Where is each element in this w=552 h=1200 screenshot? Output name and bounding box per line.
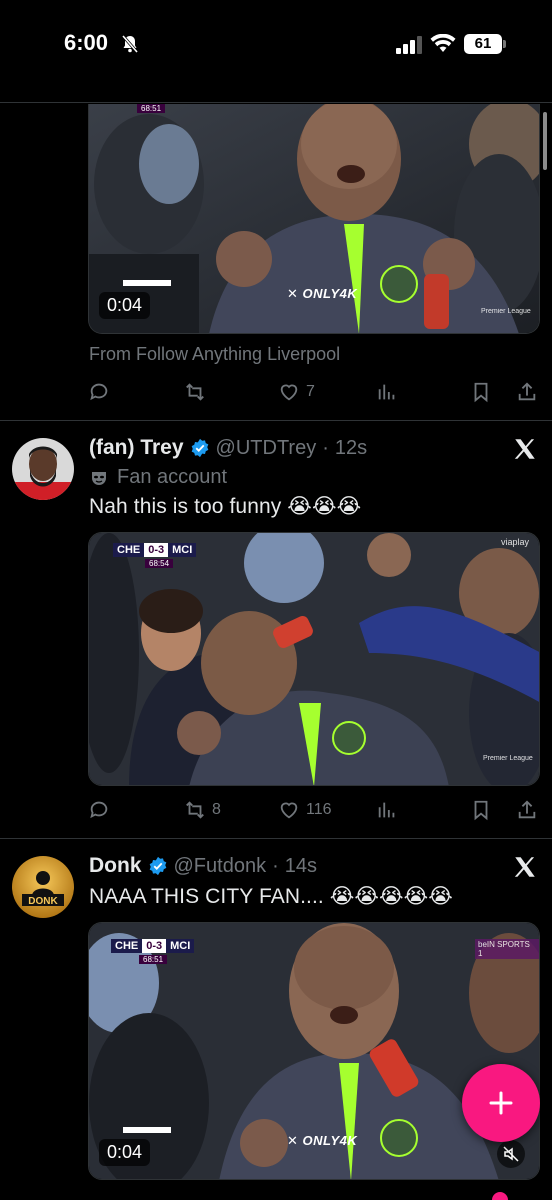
like-button[interactable]: 7: [278, 378, 315, 406]
scorebug: CHE 0-3 MCI: [111, 937, 195, 955]
watermark: ✕ ONLY4K: [287, 286, 358, 301]
tweet-divider: [0, 838, 552, 839]
views-icon: [378, 384, 395, 400]
status-time: 6:00: [64, 30, 109, 55]
avatar-text: DONK: [28, 896, 58, 907]
reply-icon: [90, 383, 108, 401]
share-button[interactable]: [516, 378, 538, 406]
watermark: ✕ ONLY4K: [287, 1133, 358, 1148]
views-button[interactable]: [376, 378, 398, 406]
tweet-text: Nah this is too funny 😭😭😭: [89, 495, 362, 518]
display-name[interactable]: (fan) Trey: [89, 436, 184, 460]
signal-icon: [396, 36, 422, 54]
score: 0-3: [144, 543, 169, 557]
handle[interactable]: @Futdonk: [174, 855, 267, 878]
tweet2-actions: 8 116: [88, 796, 540, 824]
tweet-text: NAAA THIS CITY FAN.... 😭😭😭😭😭: [89, 885, 453, 908]
watermark-text: ONLY4K: [302, 1133, 358, 1148]
timestamp[interactable]: 12s: [335, 437, 367, 460]
bookmark-button[interactable]: [470, 378, 492, 406]
fan-mask-icon: [92, 471, 106, 485]
battery-indicator: 61: [464, 34, 502, 54]
display-name[interactable]: Donk: [89, 854, 142, 878]
views-icon: [378, 802, 395, 818]
wifi-icon: [430, 34, 456, 52]
views-button[interactable]: [376, 796, 398, 824]
share-icon: [518, 800, 536, 819]
match-clock: 68:51: [139, 955, 168, 964]
x-logo-icon[interactable]: [512, 436, 538, 462]
match-clock: 68:54: [145, 559, 174, 568]
tweet-divider: [0, 420, 552, 421]
mute-button[interactable]: [497, 1140, 525, 1168]
separator-dot: ·: [272, 854, 279, 877]
avatar[interactable]: DONK: [12, 856, 74, 918]
repost-button[interactable]: [184, 378, 206, 406]
compose-button[interactable]: [462, 1064, 540, 1142]
share-button[interactable]: [516, 796, 538, 824]
bookmark-button[interactable]: [470, 796, 492, 824]
scrollbar[interactable]: [543, 112, 547, 170]
video-progress: [123, 280, 171, 286]
verified-icon: [191, 438, 208, 458]
bookmark-icon: [474, 382, 488, 403]
tweet1-video[interactable]: 68:51 0:04 ✕ ONLY4K Premier League: [88, 104, 540, 334]
avatar-image: [12, 438, 74, 500]
separator-dot: ·: [322, 436, 329, 459]
fan-account-text: Fan account: [117, 466, 228, 488]
reply-button[interactable]: [88, 796, 110, 824]
timestamp[interactable]: 14s: [285, 855, 317, 878]
broadcaster-logo: Premier League: [481, 308, 531, 315]
like-count: 116: [306, 801, 332, 818]
status-bar: 6:00 61: [0, 0, 552, 100]
like-icon: [280, 802, 298, 819]
fan-account-label: Fan account: [89, 466, 227, 489]
like-count: 7: [306, 383, 315, 400]
like-icon: [280, 384, 298, 401]
tweet3-header: Donk @Futdonk · 14s: [89, 854, 317, 878]
match-clock: 68:51: [137, 104, 166, 113]
reply-button[interactable]: [88, 378, 110, 406]
handle[interactable]: @UTDTrey: [216, 437, 317, 460]
video-progress: [123, 1127, 171, 1133]
video-duration: 0:04: [99, 292, 151, 319]
home-team: CHE: [111, 939, 143, 953]
away-team: MCI: [168, 543, 197, 557]
image-frame: [89, 533, 539, 785]
reply-icon: [90, 801, 108, 819]
social-context[interactable]: From Follow Anything Liverpool: [89, 344, 340, 365]
tweet3-video[interactable]: CHE 0-3 MCI 68:51 beIN SPORTS 1 0:04 ✕ O…: [88, 922, 540, 1180]
header-divider: [0, 102, 552, 103]
tweet2-image[interactable]: CHE 0-3 MCI 68:54 viaplay Premier League: [88, 532, 540, 786]
repost-icon: [186, 801, 204, 819]
watermark-text: ONLY4K: [302, 286, 358, 301]
repost-icon: [186, 383, 204, 401]
video-duration: 0:04: [99, 1139, 151, 1166]
verified-icon: [149, 856, 166, 876]
tweet1-actions: 7: [88, 378, 540, 406]
away-team: MCI: [166, 939, 195, 953]
avatar[interactable]: [12, 438, 74, 500]
league-logo: Premier League: [483, 755, 533, 762]
share-icon: [518, 382, 536, 401]
broadcaster-logo: beIN SPORTS 1: [475, 939, 539, 959]
like-button[interactable]: 116: [278, 796, 332, 824]
avatar-image: DONK: [12, 856, 74, 918]
broadcaster-logo: viaplay: [501, 537, 530, 547]
compose-plus-icon: [489, 1091, 513, 1115]
bell-slash-icon: [121, 35, 139, 53]
scorebug: CHE 0-3 MCI: [113, 541, 197, 559]
tweet2-header: (fan) Trey @UTDTrey · 12s: [89, 436, 367, 460]
battery-tip: [503, 40, 506, 48]
notification-dot: [492, 1192, 508, 1200]
repost-button[interactable]: 8: [184, 796, 221, 824]
bookmark-icon: [474, 800, 488, 821]
x-logo-icon[interactable]: [512, 854, 538, 880]
score: 0-3: [142, 939, 167, 953]
home-team: CHE: [113, 543, 145, 557]
repost-count: 8: [212, 801, 221, 818]
mute-icon: [503, 1146, 519, 1162]
